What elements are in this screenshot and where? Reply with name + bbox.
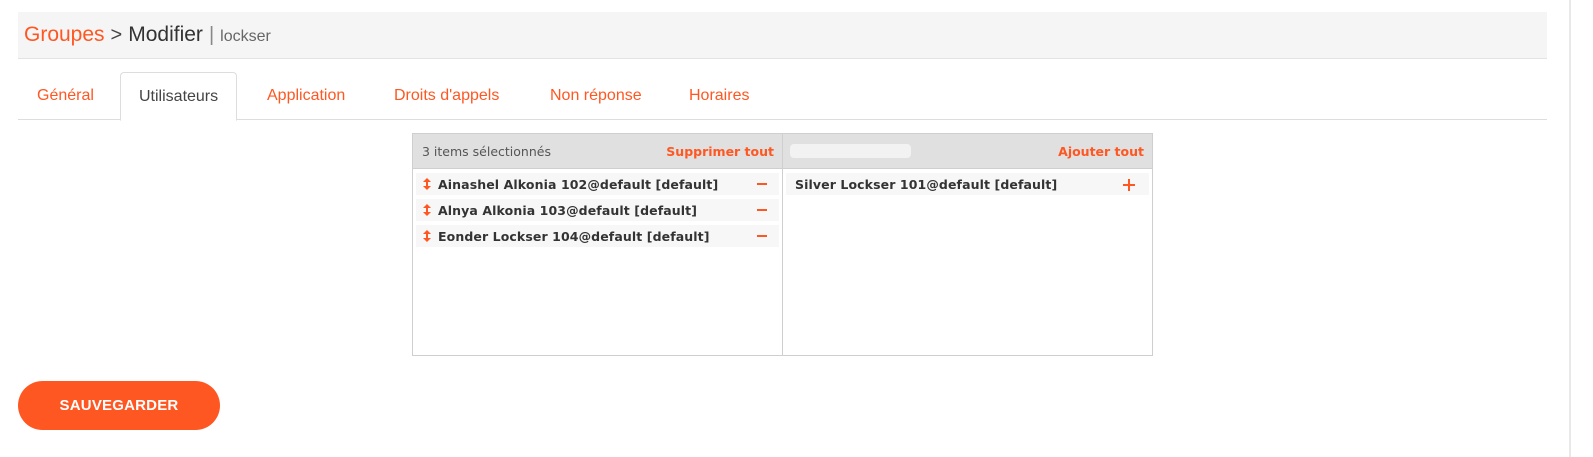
add-icon[interactable]	[1123, 179, 1135, 191]
remove-icon[interactable]	[757, 209, 767, 211]
breadcrumb-groupes-link[interactable]: Groupes	[24, 23, 105, 47]
remove-icon[interactable]	[757, 235, 767, 237]
search-input[interactable]	[790, 144, 911, 158]
available-pane-header: Ajouter tout	[783, 134, 1152, 169]
tab-droits-appels[interactable]: Droits d'appels	[394, 72, 499, 120]
page-header: Groupes > Modifier | lockser	[18, 12, 1547, 59]
tab-application[interactable]: Application	[267, 72, 345, 120]
selected-user-item[interactable]: Eonder Lockser 104@default [default]	[416, 225, 779, 247]
save-button[interactable]: SAUVEGARDER	[18, 381, 220, 430]
user-label: Ainashel Alkonia 102@default [default]	[438, 176, 719, 192]
selected-user-item[interactable]: Alnya Alkonia 103@default [default]	[416, 199, 779, 221]
breadcrumb-separator: >	[110, 23, 123, 46]
available-users-pane: Ajouter tout Silver Lockser 101@default …	[783, 134, 1152, 355]
tab-utilisateurs[interactable]: Utilisateurs	[120, 72, 238, 121]
available-users-list: Silver Lockser 101@default [default]	[783, 169, 1152, 195]
user-multiselect: 3 items sélectionnés Supprimer tout Aina…	[412, 133, 1153, 356]
tab-general[interactable]: Général	[37, 72, 94, 120]
add-all-link[interactable]: Ajouter tout	[1058, 144, 1144, 159]
selected-users-list: Ainashel Alkonia 102@default [default] A…	[413, 169, 782, 247]
tab-non-reponse[interactable]: Non réponse	[550, 72, 642, 120]
drag-handle-icon[interactable]	[420, 204, 434, 216]
group-name: lockser	[220, 27, 271, 45]
remove-icon[interactable]	[757, 183, 767, 185]
page-scrollbar[interactable]	[1569, 0, 1571, 457]
remove-all-link[interactable]: Supprimer tout	[666, 144, 774, 159]
selected-pane-header: 3 items sélectionnés Supprimer tout	[413, 134, 782, 169]
selected-count: 3 items sélectionnés	[422, 143, 551, 159]
user-label: Eonder Lockser 104@default [default]	[438, 228, 710, 244]
user-label: Alnya Alkonia 103@default [default]	[438, 202, 698, 218]
page-title: Modifier	[128, 23, 203, 46]
drag-handle-icon[interactable]	[420, 178, 434, 190]
breadcrumb-divider: |	[208, 23, 215, 46]
tab-bar: Général Utilisateurs Application Droits …	[18, 72, 1547, 121]
tab-horaires[interactable]: Horaires	[689, 72, 749, 120]
selected-users-pane: 3 items sélectionnés Supprimer tout Aina…	[413, 134, 783, 355]
available-user-item[interactable]: Silver Lockser 101@default [default]	[786, 173, 1149, 195]
selected-user-item[interactable]: Ainashel Alkonia 102@default [default]	[416, 173, 779, 195]
user-label: Silver Lockser 101@default [default]	[795, 176, 1058, 192]
drag-handle-icon[interactable]	[420, 230, 434, 242]
